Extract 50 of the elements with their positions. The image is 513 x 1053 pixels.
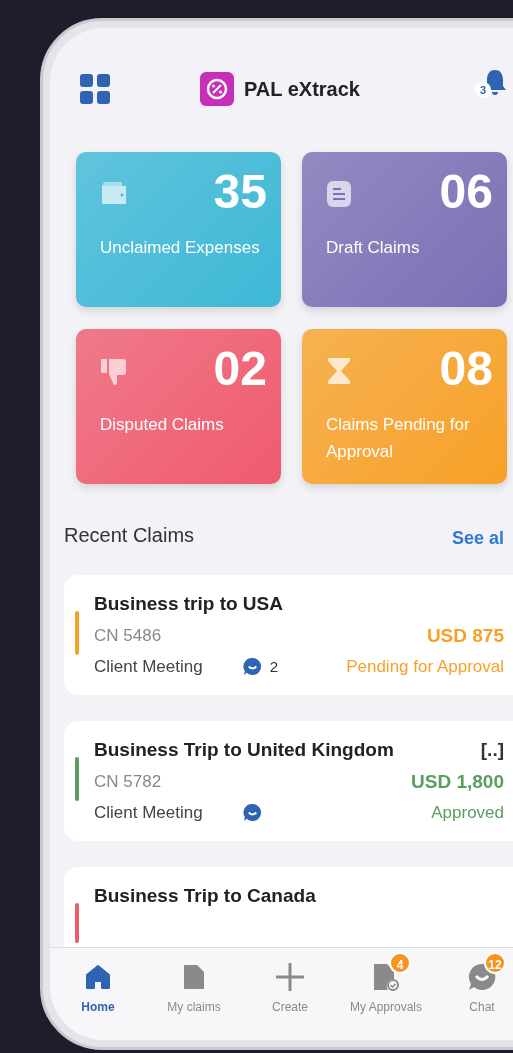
claim-card[interactable]: Business Trip to United Kingdom [..] CN 5782 USD 1,800 Client Meeting Approved <box>64 720 513 841</box>
stat-card[interactable]: 06 Draft Claims <box>302 151 507 307</box>
comment-count: 2 <box>269 658 278 675</box>
more-text: [..] <box>480 738 504 761</box>
count-badge: 12 <box>484 952 506 974</box>
claim-card[interactable]: Business trip to USA CN 5486 USD 875 Client Meeting 2 Pending for Approval <box>64 574 513 695</box>
nav-tab[interactable]: Create <box>244 950 336 1040</box>
claim-title: Business Trip to United Kingdom <box>94 738 394 761</box>
claim-purpose: Client Meeting <box>94 802 203 823</box>
section-title: Recent Claims <box>64 523 195 547</box>
home-icon <box>85 964 111 990</box>
stat-value: 02 <box>213 342 267 395</box>
claim-purpose: Client Meeting <box>94 656 203 677</box>
stat-value: 08 <box>439 342 493 395</box>
menu-icon[interactable] <box>80 74 110 105</box>
stat-label: Unclaimed Expenses <box>100 236 261 259</box>
nav-tab[interactable]: 12 Chat <box>436 950 513 1040</box>
chat-icon[interactable] <box>242 803 262 822</box>
stat-label: Draft Claims <box>326 236 421 259</box>
claim-number: CN 5782 <box>94 771 162 792</box>
hourglass-icon <box>326 356 352 385</box>
app-title: PAL eXtrack <box>244 77 360 101</box>
claim-status: Approved <box>431 802 504 823</box>
nav-tab[interactable]: 4 My Approvals <box>340 950 432 1040</box>
logo-icon <box>200 72 234 107</box>
notification-badge: 3 <box>475 82 491 99</box>
document-check-icon <box>373 963 399 991</box>
document-icon <box>326 179 352 208</box>
stat-label: Disputed Claims <box>100 413 225 436</box>
nav-tab[interactable]: Home <box>52 950 144 1040</box>
stat-value: 35 <box>213 165 267 218</box>
claim-title: Business trip to USA <box>94 592 283 615</box>
stat-label: Claims Pending for Approval <box>326 413 471 463</box>
stat-card[interactable]: 08 Claims Pending for Approval <box>302 328 507 484</box>
claim-amount: USD 1,800 <box>411 770 504 793</box>
plus-icon <box>275 962 305 992</box>
see-all-link[interactable]: See al <box>451 527 504 549</box>
thumbs-down-icon <box>100 356 128 387</box>
claim-amount: USD 875 <box>426 624 504 647</box>
stat-value: 06 <box>439 165 493 218</box>
stat-card[interactable]: 02 Disputed Claims <box>76 328 281 484</box>
count-badge: 4 <box>389 952 411 974</box>
claim-number: CN 5486 <box>94 625 162 646</box>
claim-card[interactable]: Business Trip to Canada <box>64 866 513 947</box>
claim-title: Business Trip to Canada <box>94 884 316 907</box>
claim-status: Pending for Approval <box>346 656 504 677</box>
document-icon <box>183 964 205 990</box>
stat-card[interactable]: 35 Unclaimed Expenses <box>76 151 281 307</box>
nav-tab[interactable]: My claims <box>148 950 240 1040</box>
chat-icon[interactable] <box>242 657 262 676</box>
